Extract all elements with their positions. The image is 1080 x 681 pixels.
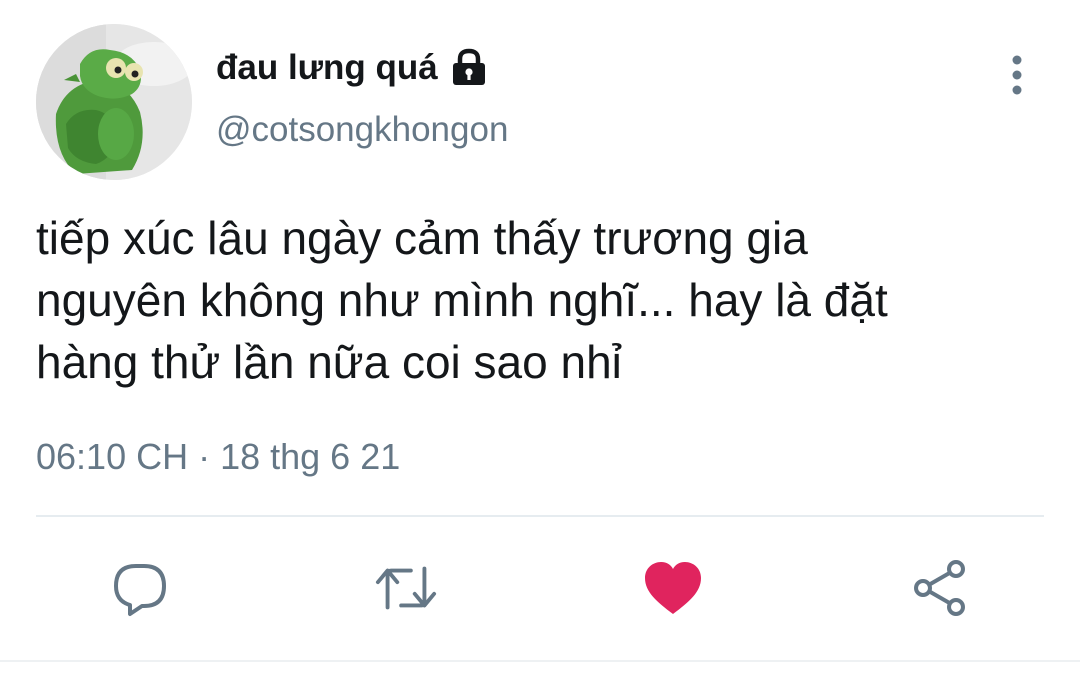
share-button[interactable] — [908, 556, 972, 620]
more-vertical-icon[interactable] — [1000, 52, 1034, 98]
retweet-button[interactable] — [374, 556, 438, 620]
lock-icon — [448, 47, 490, 89]
reply-icon — [114, 564, 166, 616]
bottom-divider — [0, 660, 1080, 662]
reply-button[interactable] — [108, 556, 172, 620]
avatar[interactable] — [36, 24, 192, 180]
user-handle[interactable]: @cotsongkhongon — [216, 110, 508, 150]
tweet-timestamp[interactable]: 06:10 CH · 18 thg 6 21 — [36, 436, 400, 478]
divider — [36, 515, 1044, 517]
retweet-icon — [375, 566, 437, 610]
share-icon — [914, 560, 965, 616]
kermit-avatar — [36, 24, 192, 180]
like-button[interactable] — [641, 556, 705, 620]
heart-icon — [645, 562, 701, 614]
display-name[interactable]: đau lưng quá — [216, 48, 438, 88]
tweet-text: tiếp xúc lâu ngày cảm thấy trương gia ng… — [36, 212, 888, 388]
user-name-row: đau lưng quá — [216, 42, 490, 94]
